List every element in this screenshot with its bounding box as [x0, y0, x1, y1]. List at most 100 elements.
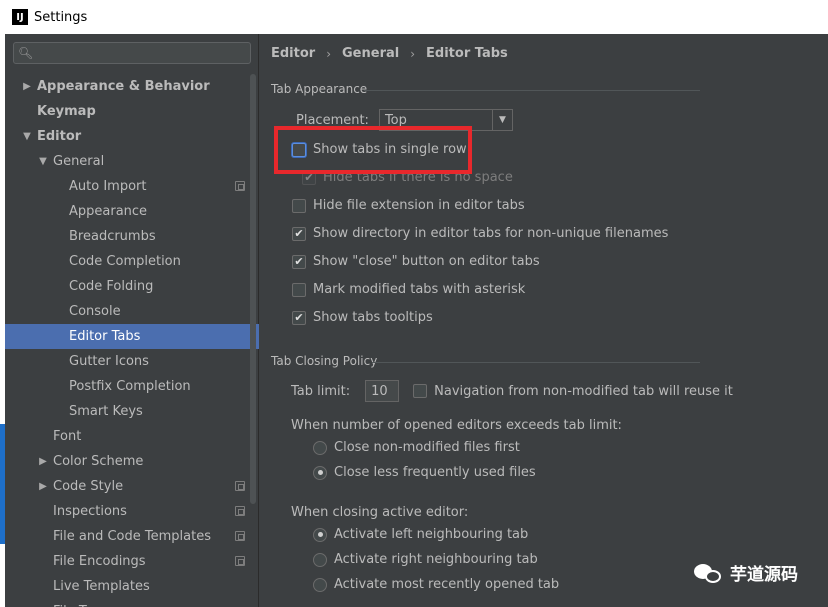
chevron-down-icon: ▼ [491, 110, 512, 130]
settings-sidebar: 🔍︎ ▶ Appearance & Behavior Keymap ▼ Editor ▼ G… [5, 34, 259, 607]
sidebar-item-live-templates[interactable]: Live Templates [5, 574, 259, 599]
breadcrumb-item[interactable]: Editor [271, 46, 315, 61]
radio-option[interactable]: Close non-modified files first [313, 440, 520, 455]
window-title-bar: IJ Settings [0, 0, 828, 34]
option-label: Show "close" button on editor tabs [313, 254, 540, 269]
sidebar-item-label: Inspections [53, 504, 127, 519]
tab-limit-input[interactable]: 10 [365, 380, 400, 402]
sidebar-item-label: File and Code Templates [53, 529, 211, 544]
sidebar-item-smart-keys[interactable]: Smart Keys [5, 399, 259, 424]
chevron-right-icon[interactable]: ▶ [35, 456, 51, 467]
closing-active-label: When closing active editor: [291, 505, 469, 520]
sidebar-item-auto-import[interactable]: Auto Import [5, 174, 259, 199]
chevron-down-icon[interactable]: ▼ [35, 156, 51, 167]
breadcrumb-item[interactable]: General [342, 46, 399, 61]
sidebar-item-keymap[interactable]: Keymap [5, 99, 259, 124]
radio-option[interactable]: Close less frequently used files [313, 465, 536, 480]
option-checkbox[interactable]: ✔ [292, 310, 306, 325]
sidebar-item-gutter-icons[interactable]: Gutter Icons [5, 349, 259, 374]
sidebar-item-postfix-completion[interactable]: Postfix Completion [5, 374, 259, 399]
option-checkbox[interactable] [292, 198, 306, 213]
sidebar-item-label: Code Completion [69, 254, 181, 269]
sidebar-item-appearance[interactable]: Appearance [5, 199, 259, 224]
sidebar-item-file-and-code-templates[interactable]: File and Code Templates [5, 524, 259, 549]
sidebar-item-label: Font [53, 429, 82, 444]
sidebar-item-label: Appearance & Behavior [37, 79, 210, 94]
option-checkbox[interactable]: ✔ [292, 226, 306, 241]
search-input[interactable] [35, 46, 250, 60]
breadcrumb: Editor › General › Editor Tabs [271, 46, 508, 61]
settings-content: Editor › General › Editor Tabs Tab Appea… [260, 34, 828, 607]
sidebar-item-label: Breadcrumbs [69, 229, 156, 244]
sidebar-item-console[interactable]: Console [5, 299, 259, 324]
radio-option[interactable]: Activate most recently opened tab [313, 577, 559, 592]
radio-button[interactable] [313, 577, 327, 592]
radio-option[interactable]: Activate right neighbouring tab [313, 552, 538, 567]
tab-appearance-title: Tab Appearance [271, 82, 368, 96]
sidebar-item-label: Color Scheme [53, 454, 144, 469]
sidebar-item-general[interactable]: ▼ General [5, 149, 259, 174]
sidebar-item-label: Code Style [53, 479, 124, 494]
radio-option[interactable]: Activate left neighbouring tab [313, 527, 528, 542]
sidebar-item-label: Auto Import [69, 179, 147, 194]
sidebar-item-label: Postfix Completion [69, 379, 191, 394]
tab-closing-title: Tab Closing Policy [271, 354, 378, 368]
sidebar-item-label: Appearance [69, 204, 148, 219]
sidebar-item-label: Console [69, 304, 121, 319]
sidebar-item-appearance-behavior[interactable]: ▶ Appearance & Behavior [5, 74, 259, 99]
radio-label: Close non-modified files first [334, 440, 520, 455]
sidebar-item-editor-tabs[interactable]: Editor Tabs [5, 324, 259, 349]
chevron-right-icon[interactable]: ▶ [35, 481, 51, 492]
option-label: Hide file extension in editor tabs [313, 198, 525, 213]
sidebar-item-file-types[interactable]: File Types [5, 599, 259, 607]
highlight-box [274, 126, 472, 174]
exceeds-limit-label: When number of opened editors exceeds ta… [291, 418, 622, 433]
sidebar-item-code-style[interactable]: ▶ Code Style [5, 474, 259, 499]
sidebar-item-breadcrumbs[interactable]: Breadcrumbs [5, 224, 259, 249]
app-icon: IJ [12, 9, 28, 25]
sidebar-scrollbar[interactable] [250, 74, 256, 504]
sidebar-item-label: Code Folding [69, 279, 154, 294]
sidebar-item-inspections[interactable]: Inspections [5, 499, 259, 524]
option-label: Show tabs tooltips [313, 310, 433, 325]
chevron-right-icon[interactable]: ▶ [19, 81, 35, 92]
section-divider [372, 362, 700, 363]
option-row: ✔ Show directory in editor tabs for non-u… [292, 226, 668, 241]
window-title: Settings [34, 9, 88, 25]
sidebar-item-label: Keymap [37, 104, 96, 119]
radio-button[interactable] [313, 527, 327, 542]
option-row: ✔ Show "close" button on editor tabs [292, 254, 540, 269]
sidebar-item-editor[interactable]: ▼ Editor [5, 124, 259, 149]
watermark: 芋道源码 [694, 560, 798, 585]
radio-button[interactable] [313, 552, 327, 567]
project-scope-icon [235, 481, 245, 491]
sidebar-item-label: Editor Tabs [69, 329, 141, 344]
option-label: Mark modified tabs with asterisk [313, 282, 526, 297]
option-checkbox[interactable] [292, 282, 306, 297]
breadcrumb-separator: › [410, 46, 416, 61]
radio-button[interactable] [313, 440, 327, 455]
breadcrumb-separator: › [326, 46, 332, 61]
option-label: Show directory in editor tabs for non-un… [313, 226, 669, 241]
project-scope-icon [235, 181, 245, 191]
project-scope-icon [235, 556, 245, 566]
sidebar-item-label: Editor [37, 129, 82, 144]
sidebar-item-color-scheme[interactable]: ▶ Color Scheme [5, 449, 259, 474]
settings-search[interactable]: 🔍︎ [13, 42, 251, 64]
navigation-reuse-checkbox[interactable] [413, 384, 428, 398]
sidebar-item-code-folding[interactable]: Code Folding [5, 274, 259, 299]
chevron-down-icon[interactable]: ▼ [19, 131, 35, 142]
project-scope-icon [235, 506, 245, 516]
breadcrumb-item: Editor Tabs [426, 46, 508, 61]
option-checkbox[interactable]: ✔ [292, 254, 306, 269]
radio-button[interactable] [313, 465, 327, 480]
sidebar-item-label: General [53, 154, 105, 169]
wechat-icon [694, 562, 724, 584]
radio-label: Activate most recently opened tab [334, 577, 560, 592]
sidebar-item-file-encodings[interactable]: File Encodings [5, 549, 259, 574]
radio-label: Activate left neighbouring tab [334, 527, 529, 542]
radio-label: Close less frequently used files [334, 465, 536, 480]
sidebar-item-font[interactable]: Font [5, 424, 259, 449]
section-divider [364, 90, 700, 91]
sidebar-item-code-completion[interactable]: Code Completion [5, 249, 259, 274]
